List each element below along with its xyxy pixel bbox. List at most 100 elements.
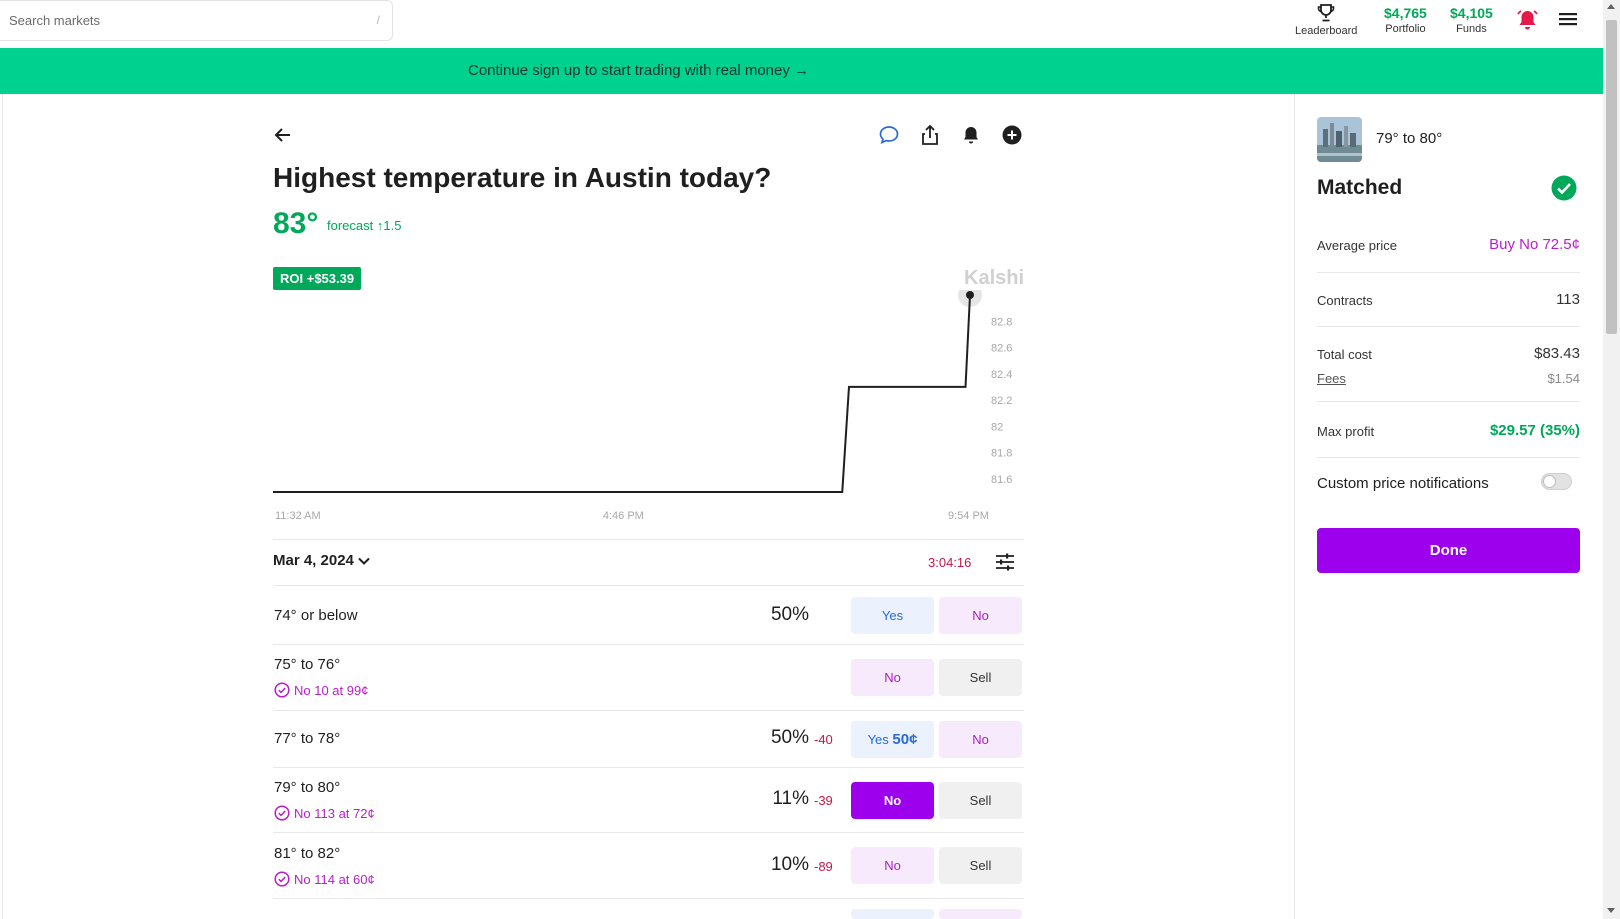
scroll-up-arrow-icon[interactable] [1607,4,1615,9]
x-axis-ticks: 11:32 AM 4:46 PM 9:54 PM [275,510,989,522]
row-probability: 10% [770,854,809,875]
done-button[interactable]: Done [1317,528,1580,573]
average-price-value: Buy No 72.5¢ [1489,236,1580,253]
x-tick-label: 9:54 PM [948,510,989,522]
chart-series [273,290,982,493]
price-notifications-label: Custom price notifications [1317,475,1489,492]
y-tick-label: 82.4 [991,369,1012,381]
yes-label: Yes [867,732,889,747]
fees-link[interactable]: Fees [1317,371,1346,386]
y-tick-label: 82.6 [991,343,1012,355]
search-input[interactable] [0,1,360,40]
x-tick-label: 11:32 AM [275,510,321,522]
alert-bell-icon[interactable] [960,124,982,151]
market-row: 81° to 82° No 114 at 60¢ 10% -89 No Sell [273,832,1024,899]
market-row: 77° to 78° 50% -40 Yes 50¢ No [273,710,1024,768]
search-box: / [0,0,393,41]
divider [273,898,1024,899]
kalshi-watermark: Kalshi [964,267,1025,289]
page-scrollbar[interactable] [1603,0,1620,919]
row-change: -40 [814,732,833,747]
scroll-down-arrow-icon[interactable] [1607,908,1615,913]
date-selector[interactable]: Mar 4, 2024 [273,552,370,569]
contracts-label: Contracts [1317,293,1373,308]
max-profit-value: $29.57 (35%) [1489,422,1580,439]
portfolio-value: $4,765 [1384,5,1427,21]
selected-market-name: 79° to 80° [1376,130,1443,147]
check-circle-icon [274,805,290,821]
last-point-dot [966,291,974,299]
chevron-down-icon [358,557,370,565]
add-circle-icon[interactable] [1001,124,1023,151]
y-tick-label: 81.6 [991,474,1012,486]
next-row-yes-button[interactable] [851,909,934,919]
countdown-timer: 3:04:16 [928,555,972,570]
portfolio-label: Portfolio [1385,23,1426,35]
sell-button[interactable]: Sell [939,659,1022,696]
sell-button[interactable]: Sell [939,847,1022,884]
content-left-border [2,94,3,919]
row-label: 77° to 78° [274,730,341,747]
divider [273,539,1024,540]
filter-sliders-icon[interactable] [994,551,1016,578]
chart-series-line [273,294,971,493]
average-price-row: Average price Buy No 72.5¢ [1317,236,1580,253]
market-row: 79° to 80° No 113 at 72¢ 11% -39 No Sell [273,767,1024,833]
price-chart[interactable]: 82.8 82.6 82.4 82.2 82 81.8 81.6 11:32 AM 4:46 … [273,290,1024,525]
buy-yes-button[interactable]: Yes [851,597,934,634]
total-cost-label: Total cost [1317,347,1372,362]
divider [1317,457,1580,458]
funds-link[interactable]: $4,105 Funds [1450,3,1493,35]
signup-banner[interactable]: Continue sign up to start trading with r… [0,48,1603,94]
price-notifications-toggle[interactable] [1541,473,1572,490]
market-row: 75° to 76° No 10 at 99¢ No Sell [273,644,1024,711]
row-probability: 50% [770,604,809,625]
buy-no-button[interactable]: No [851,847,934,884]
portfolio-link[interactable]: $4,765 Portfolio [1384,3,1427,35]
comment-icon[interactable] [878,124,900,151]
search-shortcut-hint: / [376,13,380,27]
buy-no-button[interactable]: No [851,659,934,696]
check-circle-icon [274,682,290,698]
buy-yes-button[interactable]: Yes 50¢ [851,721,934,758]
forecast-change: forecast ↑1.5 [327,218,402,233]
scrollbar-thumb[interactable] [1606,20,1617,334]
check-circle-icon [1551,175,1577,206]
sell-button[interactable]: Sell [939,782,1022,819]
next-row-no-button[interactable] [939,909,1022,919]
signup-banner-text: Continue sign up to start trading with r… [468,62,810,79]
check-circle-icon [274,871,290,887]
fees-value: $1.54 [1547,371,1580,386]
row-change: -39 [814,793,833,808]
contracts-row: Contracts 113 [1317,291,1580,308]
toggle-knob [1543,475,1556,488]
row-label: 81° to 82° [274,845,341,862]
notifications-bell-icon[interactable] [1516,9,1539,36]
page-title: Highest temperature in Austin today? [273,162,772,193]
top-bar: / Leaderboard $4,765 Portfolio $4,105 Fu… [0,0,1603,48]
total-cost-row: Total cost $83.43 [1317,345,1580,362]
row-probability: 11% [772,788,809,809]
leaderboard-label: Leaderboard [1295,25,1358,37]
buy-no-button[interactable]: No [939,721,1022,758]
total-cost-value: $83.43 [1534,345,1580,362]
row-change: -89 [814,859,833,874]
back-arrow-icon[interactable] [273,125,293,150]
share-icon[interactable] [919,124,941,151]
contracts-value: 113 [1556,291,1580,308]
y-tick-label: 82.2 [991,395,1012,407]
y-tick-label: 82 [991,421,1003,433]
buy-no-button-selected[interactable]: No [851,782,934,819]
market-thumbnail [1317,117,1362,162]
buy-no-button[interactable]: No [939,597,1022,634]
x-tick-label: 4:46 PM [603,510,644,522]
leaderboard-link[interactable]: Leaderboard [1295,3,1357,37]
position-note-text: No 114 at 60¢ [294,872,375,887]
market-row: 74° or below 50% Yes No [273,585,1024,645]
y-tick-label: 81.8 [991,448,1012,460]
hamburger-menu-icon[interactable] [1558,10,1578,33]
roi-badge: ROI +$53.39 [273,267,362,290]
funds-label: Funds [1456,23,1487,35]
row-label: 75° to 76° [274,656,341,673]
y-tick-label: 82.8 [991,316,1012,328]
